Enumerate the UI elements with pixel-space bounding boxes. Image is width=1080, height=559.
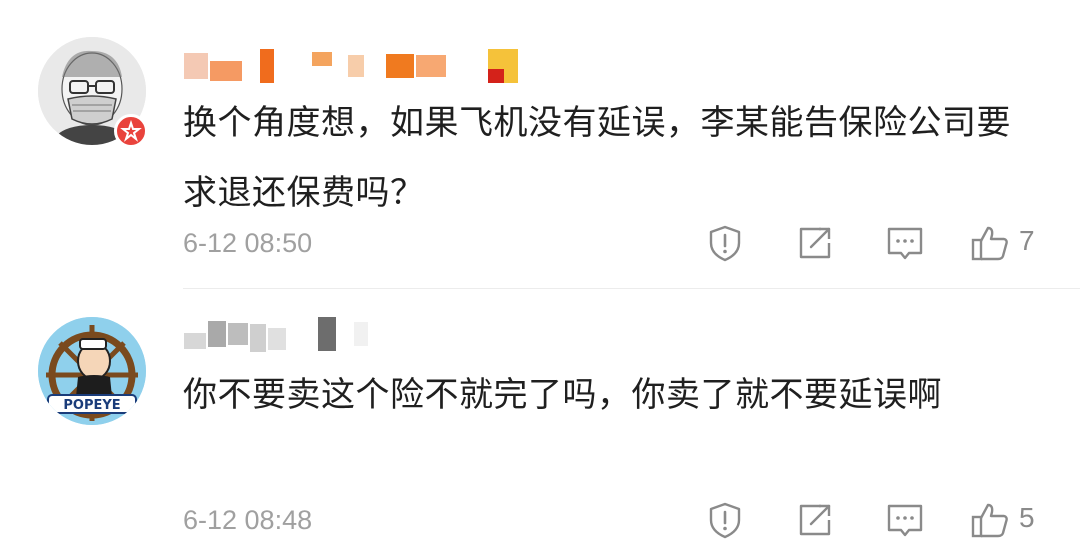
comment-icon[interactable] [885,223,925,263]
thumbs-up-icon[interactable] [970,500,1010,540]
like-count: 5 [1019,502,1035,533]
user-avatar[interactable]: POPEYE [38,317,146,425]
like-count: 7 [1019,225,1035,256]
comment-divider [183,288,1080,289]
comment-text: 你不要卖这个险不就完了吗，你卖了就不要延误啊 [183,375,942,415]
svg-text:POPEYE: POPEYE [63,398,120,413]
comment-icon[interactable] [885,500,925,540]
comment-meta: 6-12 08:48 5 [183,498,1043,542]
username-redacted[interactable] [184,316,368,352]
thumbs-up-icon[interactable] [970,223,1010,263]
report-icon[interactable] [705,223,745,263]
share-icon[interactable] [795,223,835,263]
comment-time: 6-12 08:48 [183,504,313,535]
comment-item: 换个角度想，如果飞机没有延误，李某能告保险公司要求退还保费吗？ 6-12 08:… [0,0,1080,288]
share-icon[interactable] [795,500,835,540]
comment-time: 6-12 08:50 [183,227,313,258]
comment-text: 换个角度想，如果飞机没有延误，李某能告保险公司要求退还保费吗？ [183,103,1011,213]
verified-badge-icon [114,114,148,148]
username-redacted[interactable] [184,48,518,84]
report-icon[interactable] [705,500,745,540]
comment-meta: 6-12 08:50 7 [183,221,1043,265]
comment-item: POPEYE 你不要卖这个险不就完了吗，你卖了就不要延误啊 6-12 08:48… [0,290,1080,559]
